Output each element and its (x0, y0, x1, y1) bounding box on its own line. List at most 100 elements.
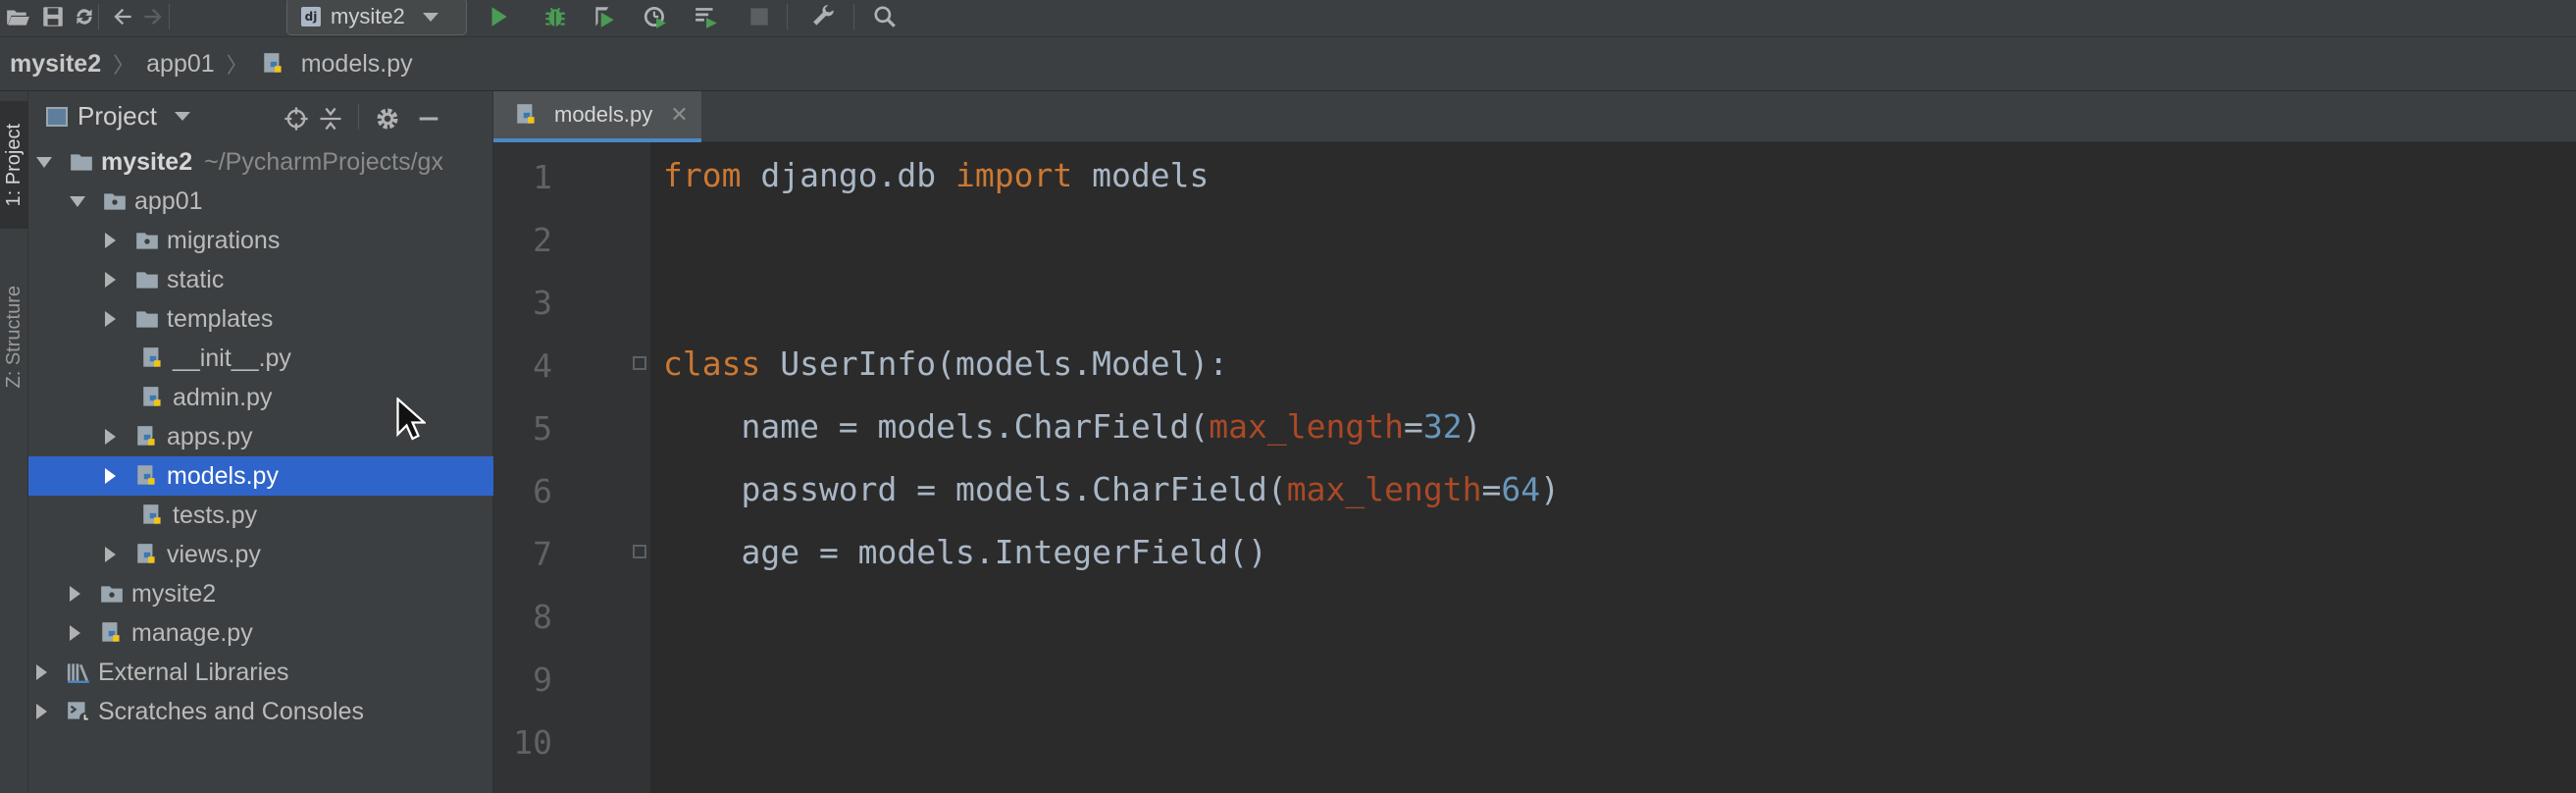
tree-item-label: Scratches and Consoles (98, 697, 364, 725)
tree-item-models-py[interactable]: models.py (28, 456, 570, 496)
code-line-7: age = models.IntegerField() (663, 533, 1267, 571)
expand-arrow-icon[interactable] (70, 195, 85, 207)
package-folder-icon (101, 187, 129, 215)
structure-tool-tab-label: Z: Structure (3, 285, 25, 389)
tree-item-label: templates (167, 304, 274, 333)
fold-marker-icon[interactable] (633, 545, 646, 558)
tree-item-label: views.py (167, 540, 261, 568)
python-file-icon (260, 50, 287, 78)
debug-icon[interactable] (541, 3, 569, 30)
breadcrumb-app01[interactable]: app01 (146, 50, 215, 79)
python-file-icon (139, 344, 167, 372)
main-toolbar: dj mysite2 (0, 0, 2576, 37)
scratches-icon (65, 698, 92, 725)
tab-models-py[interactable]: models.py ✕ (493, 91, 701, 142)
breadcrumb: mysite2 〉 app01 〉 models.py (0, 37, 2576, 91)
line-number: 8 (533, 598, 552, 636)
tree-item-mysite2[interactable]: mysite2 (28, 574, 535, 613)
line-number: 9 (533, 661, 552, 699)
tree-item-app01[interactable]: app01 (28, 182, 535, 221)
expand-arrow-icon[interactable] (105, 468, 116, 484)
tree-item-external-libraries[interactable]: External Libraries (28, 653, 501, 692)
profile-icon[interactable] (642, 3, 669, 30)
gear-icon[interactable] (373, 104, 402, 133)
tool-window-strip: 1: Project Z: Structure (0, 91, 28, 793)
tree-item-apps-py[interactable]: apps.py (28, 417, 570, 456)
expand-arrow-icon[interactable] (36, 704, 47, 719)
fold-marker-icon[interactable] (633, 356, 646, 370)
expand-arrow-icon[interactable] (105, 429, 116, 445)
python-file-icon (133, 541, 161, 568)
sync-icon[interactable] (71, 3, 98, 30)
code-line-6: password = models.CharField(max_length=6… (663, 470, 1560, 508)
expand-arrow-icon[interactable] (36, 156, 52, 168)
folder-icon (133, 266, 161, 293)
run-concurrency-icon[interactable] (693, 3, 720, 30)
chevron-down-icon (174, 112, 190, 121)
tree-item-migrations[interactable]: migrations (28, 221, 570, 260)
mouse-cursor-icon (396, 397, 426, 441)
line-number: 1 (533, 158, 552, 196)
expand-arrow-icon[interactable] (105, 272, 116, 288)
tree-item-label: mysite2 (131, 579, 217, 608)
hide-panel-icon[interactable] (414, 104, 443, 133)
tree-item-templates[interactable]: templates (28, 299, 570, 339)
project-tool-tab[interactable]: 1: Project (0, 101, 28, 229)
project-window-icon (46, 106, 68, 127)
tree-item-label: __init__.py (173, 344, 291, 372)
run-with-coverage-icon[interactable] (591, 3, 618, 30)
expand-arrow-icon[interactable] (105, 311, 116, 327)
locate-icon[interactable] (282, 104, 311, 133)
expand-arrow-icon[interactable] (70, 586, 80, 602)
tree-item-label: admin.py (173, 383, 273, 411)
breadcrumb-project[interactable]: mysite2 (10, 50, 101, 79)
tree-item-label: static (167, 265, 225, 293)
run-configuration-select[interactable]: dj mysite2 (286, 0, 467, 35)
close-icon[interactable]: ✕ (670, 102, 688, 128)
breadcrumb-file[interactable]: models.py (260, 50, 413, 79)
stop-icon[interactable] (746, 3, 773, 30)
forward-arrow-icon[interactable] (139, 3, 167, 30)
package-folder-icon (98, 580, 126, 608)
expand-arrow-icon[interactable] (105, 233, 116, 248)
code-line-1: from django.db import models (663, 156, 1210, 194)
expand-arrow-icon[interactable] (70, 625, 80, 641)
breadcrumb-file-label: models.py (300, 49, 413, 78)
tree-item-mysite2-root[interactable]: mysite2 ~/PycharmProjects/gx (28, 142, 501, 182)
tree-item-manage-py[interactable]: manage.py (28, 613, 535, 653)
tree-item-path: ~/PycharmProjects/gx (204, 147, 443, 176)
python-file-icon (98, 619, 126, 647)
run-icon[interactable] (485, 3, 512, 30)
tree-item-label: External Libraries (98, 658, 289, 686)
save-icon[interactable] (39, 3, 67, 30)
line-number: 2 (533, 221, 552, 259)
wrench-icon[interactable] (810, 3, 838, 30)
project-tool-tab-label: 1: Project (3, 123, 25, 207)
django-icon: dj (301, 7, 321, 26)
folder-icon (68, 148, 95, 176)
project-panel-header: Project (28, 91, 493, 142)
search-icon[interactable] (871, 3, 899, 30)
python-file-icon (133, 462, 161, 490)
tree-item-label: models.py (167, 461, 279, 490)
tree-item-label: tests.py (173, 501, 258, 529)
project-view-selector[interactable]: Project (46, 101, 190, 132)
project-panel: Project mysite2 ~/PycharmProjects/gx app… (28, 91, 570, 793)
tree-item-label: apps.py (167, 422, 253, 450)
tree-item-scratches[interactable]: Scratches and Consoles (28, 692, 501, 731)
open-folder-icon[interactable] (4, 3, 31, 30)
breadcrumb-separator: 〉 (226, 53, 248, 78)
structure-tool-tab[interactable]: Z: Structure (0, 268, 28, 405)
collapse-all-icon[interactable] (316, 104, 345, 133)
python-file-icon (139, 384, 167, 411)
python-file-icon (133, 423, 161, 450)
line-number: 5 (533, 409, 552, 448)
expand-arrow-icon[interactable] (36, 664, 47, 680)
expand-arrow-icon[interactable] (105, 547, 116, 562)
back-arrow-icon[interactable] (109, 3, 136, 30)
tree-item-static[interactable]: static (28, 260, 570, 299)
code-editor[interactable]: from django.db import models class UserI… (650, 142, 2576, 793)
tree-item-views-py[interactable]: views.py (28, 535, 570, 574)
code-line-4: class UserInfo(models.Model): (663, 344, 1229, 383)
project-panel-title: Project (77, 101, 157, 131)
